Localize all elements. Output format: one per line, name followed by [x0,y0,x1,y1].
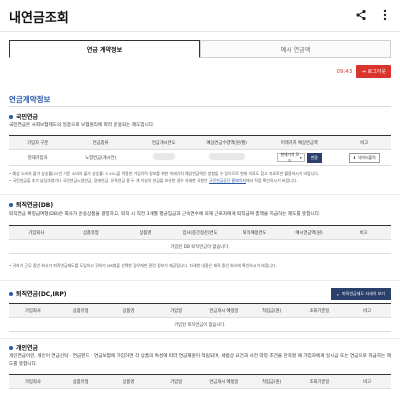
column-header: 가입회사 [9,303,57,318]
column-header: 가입일 [152,303,200,318]
more-menu-icon[interactable] [378,8,392,22]
tab-bar: 연금 계약정보 예시 연금액 [9,40,391,58]
column-header: 비고 [343,303,391,318]
download-icon: ⬇ [352,155,357,160]
tab-contract-info[interactable]: 연금 계약정보 [9,40,200,58]
search-icon: ⌕ [336,291,339,297]
column-header: 상품명 [104,374,153,389]
subscriber-type: 현재가입자 [9,149,67,166]
chevron-down-icon: ▾ [299,155,302,160]
db-pension-label: 퇴직연금(DB) [16,202,54,209]
table-header-row: 가입자 구분 연금종류 연금개시연도 예상연금수령액(원/월) 미래가치 예상연… [9,135,391,150]
session-area: 09:43 ⇥ 로그아웃 [337,65,391,78]
column-header: 연금개시연도 [135,135,193,150]
bullet-icon [9,202,13,207]
expected-amount-masked [192,149,262,166]
column-header: 가입회사 [9,225,64,240]
national-pension-title: 국민연금 [9,112,38,121]
remark-cell: ⬇ 데이터출력 [337,149,391,166]
section-divider [0,194,400,195]
personal-pension-label: 개인연금 [16,345,39,352]
start-year-masked [135,149,193,166]
header-actions [354,8,392,22]
logout-label: 로그아웃 [367,69,386,75]
header-divider [0,31,400,32]
column-header: 적립금(원) [247,374,296,389]
column-header: 비고 [343,374,391,389]
bullet-icon [9,345,13,350]
column-header: 가입자 구분 [9,135,67,150]
select-value: 현재가치 모드 [280,151,300,163]
db-pension-desc: 퇴직연금 확정급여형(DB)은 회사가 운용상품을 결정하고, 퇴직 시 직전 … [9,212,321,217]
national-pension-desc: 국민연금은 사회보험제도의 일종으로 보험원리에 따라 운용되는 제도입니다. [9,123,155,128]
logout-button[interactable]: ⇥ 로그아웃 [356,65,391,78]
column-header: 연금개시 예정일 [200,374,248,389]
table-header-row: 가입회사 상품유형 상품명 가입일 연금개시 예정일 적립금(원) 조회기준일 … [9,374,391,389]
column-header: 상품유형 [56,374,105,389]
convert-button[interactable]: 변환 [306,152,322,163]
column-header: 미래가치 예상연금액 [261,135,338,150]
national-pension-table: 가입자 구분 연금종류 연금개시연도 예상연금수령액(원/월) 미래가치 예상연… [9,135,391,166]
note-text: • 국민연금을 추가 납입하였거나 국민연금노령연금, 장애연금, 유족연금 중… [9,178,209,183]
national-pension-label: 국민연금 [16,114,39,121]
pension-info-label: 퇴직연금제도 자세히 보기 [341,291,385,296]
personal-pension-table: 가입회사 상품유형 상품명 가입일 연금개시 예정일 적립금(원) 조회기준일 … [9,374,391,389]
column-header: 입사(중간정산)연도 [172,225,228,240]
column-header: 상품유형 [63,225,119,240]
bullet-icon [9,114,13,119]
page-title: 내연금조회 [9,11,69,26]
note-line: • 국민연금을 추가 납입하였거나 국민연금노령연금, 장애연금, 유족연금 중… [9,177,391,184]
column-header: 연금종류 [66,135,136,150]
lock-icon: ⇥ [361,68,366,75]
value-mode-select[interactable]: 현재가치 모드 ▾ [276,151,305,163]
empty-message: 가입된 DB 퇴직연금이 없습니다. [9,239,391,254]
column-header: 가입회사 [9,374,57,389]
section-heading: 연금계약정보 [9,95,51,104]
data-output-button[interactable]: ⬇ 데이터출력 [348,152,380,163]
column-header: 상품유형 [56,303,105,318]
dc-irp-title: 퇴직연금(DC,IRP) [9,289,66,298]
personal-pension-title: 개인연금 [9,343,38,352]
column-header: 퇴직예정연도 [227,225,282,240]
table-row: 현재가입자 노령연금(개시전) 현재가치 모드 ▾ 변환 ⬇ 데이터출력 [9,149,391,166]
heading-divider [9,106,391,107]
column-header: 비고 [337,135,391,150]
nps-homepage-link[interactable]: 국민연금공단 홈페이지 [209,178,246,183]
national-pension-notes: • 예상 소비자 물가 상승률(22년 기준 소비자 물가 상승률: 5.1%)… [9,170,391,184]
empty-row: 가입된 퇴직연금이 없습니다. [9,317,391,332]
note-line: • 예상 소비자 물가 상승률(22년 기준 소비자 물가 상승률: 5.1%)… [9,171,320,176]
future-value-cell: 현재가치 모드 ▾ 변환 [261,149,338,166]
table-header-row: 가입회사 상품유형 상품명 입사(중간정산)연도 퇴직예정연도 예시연금액(원)… [9,225,391,240]
app-header: 내연금조회 [0,0,400,32]
column-header: 연금개시 예정일 [200,303,248,318]
dc-irp-label: 퇴직연금(DC,IRP) [16,291,67,298]
column-header: 예상연금수령액(원/월) [192,135,262,150]
share-icon[interactable] [354,8,368,22]
column-header: 조회기준일 [295,374,344,389]
dc-irp-table: 가입회사 상품유형 상품명 가입일 연금개시 예정일 적립금(원) 조회기준일 … [9,303,391,332]
column-header: 상품명 [104,303,153,318]
table-header-row: 가입회사 상품유형 상품명 가입일 연금개시 예정일 적립금(원) 조회기준일 … [9,303,391,318]
note-tail: 에서 직접 확인하시기 바랍니다. [245,178,298,183]
db-pension-table: 가입회사 상품유형 상품명 입사(중간정산)연도 퇴직예정연도 예시연금액(원)… [9,225,391,254]
db-pension-note: • 귀하가 근무 중인 회사가 퇴직연금제도를 도입하고 귀하가 DB형을 선택… [9,263,277,268]
column-header: 적립금(원) [247,303,296,318]
column-header: 조회기준일 [295,303,344,318]
column-header: 상품명 [118,225,173,240]
data-output-label: 데이터출력 [358,154,376,160]
tab-example-pension[interactable]: 예시 연금액 [200,40,391,58]
session-timer: 09:43 [336,68,353,75]
section-divider [0,338,400,339]
bullet-icon [9,291,13,296]
column-header: 비고 [336,225,391,240]
section-divider [0,280,400,281]
empty-message: 가입된 퇴직연금이 없습니다. [9,317,391,332]
pension-kind: 노령연금(개시전) [66,149,136,166]
personal-pension-desc: 개인연금이란, 개인이 연금신탁 · 연금펀드 · 연금보험에 가입하면 각 상… [9,354,391,367]
empty-row: 가입된 DB 퇴직연금이 없습니다. [9,239,391,254]
db-pension-title: 퇴직연금(DB) [9,200,53,209]
pension-info-button[interactable]: ⌕ 퇴직연금제도 자세히 보기 [330,288,391,300]
column-header: 가입일 [152,374,200,389]
column-header: 예시연금액(원) [281,225,337,240]
